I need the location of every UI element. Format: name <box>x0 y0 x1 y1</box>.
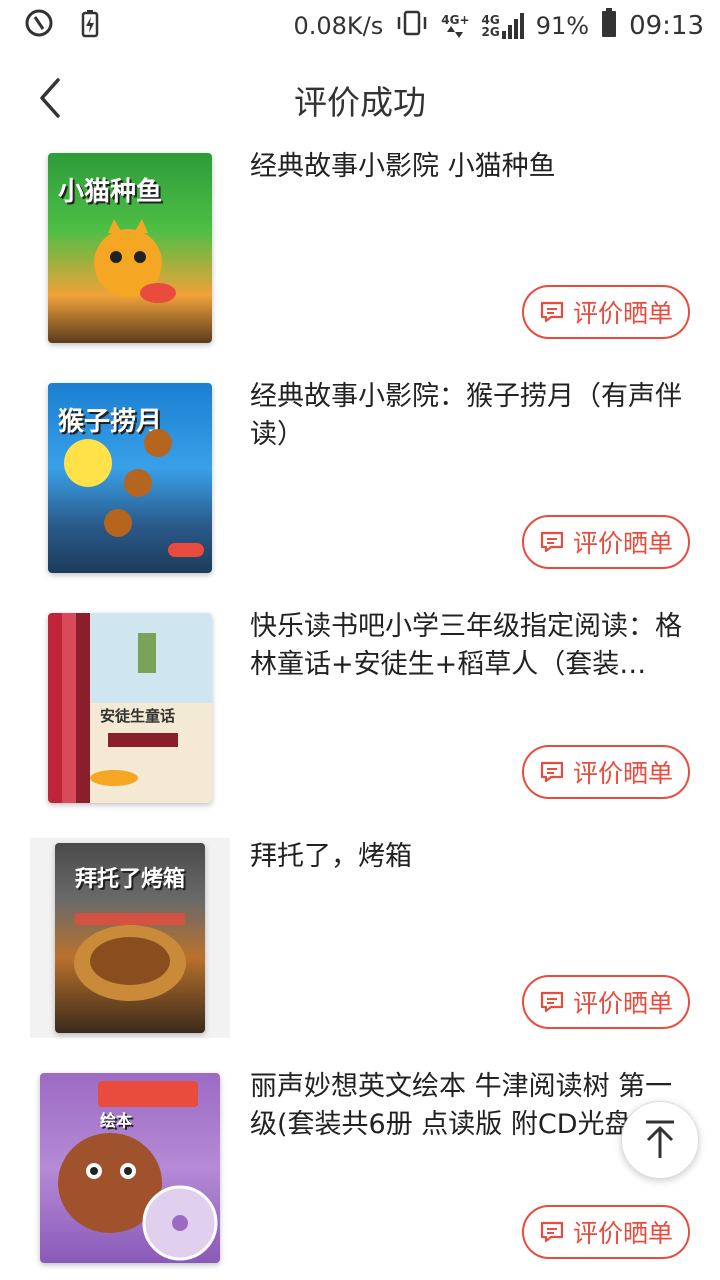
status-bar: 0.08K/s 4G+ 4G 2G 91% 09:13 <box>0 0 720 52</box>
network-4g-plus: 4G+ <box>441 14 470 38</box>
review-share-button[interactable]: 评价晒单 <box>522 1205 690 1259</box>
page-title: 评价成功 <box>294 83 426 122</box>
data-arrows-icon <box>447 26 464 38</box>
product-name[interactable]: 快乐读书吧小学三年级指定阅读：格林童话+安徒生+稻草人（套装… <box>250 608 690 684</box>
list-item: 丽声妙想英文绘本 丽声妙想英文绘本 牛津阅读树 第一级(套装共6册 点读版 附C… <box>0 1060 720 1280</box>
comment-icon <box>540 1221 564 1243</box>
list-item: 拜托了烤箱 拜托了，烤箱 评价晒单 <box>0 830 720 1060</box>
product-name[interactable]: 拜托了，烤箱 <box>250 838 690 876</box>
battery-saver-icon <box>80 8 100 44</box>
review-share-button[interactable]: 评价晒单 <box>522 745 690 799</box>
vibrate-icon <box>395 9 429 43</box>
comment-icon <box>540 531 564 553</box>
arrow-up-icon <box>646 1120 674 1158</box>
review-share-button[interactable]: 评价晒单 <box>522 975 690 1029</box>
network-speed: 0.08K/s <box>293 12 384 40</box>
review-share-button[interactable]: 评价晒单 <box>522 515 690 569</box>
battery-icon <box>601 8 617 44</box>
product-thumbnail[interactable]: 安徒生童话 <box>30 608 230 808</box>
comment-icon <box>540 991 564 1013</box>
product-name[interactable]: 经典故事小影院：猴子捞月（有声伴读） <box>250 378 690 454</box>
list-item: 安徒生童话 快乐读书吧小学三年级指定阅读：格林童话+安徒生+稻草人（套装… 评价… <box>0 600 720 830</box>
list-item: 小猫种鱼 经典故事小影院 小猫种鱼 评价晒单 <box>0 140 720 370</box>
reviewed-product-list: 小猫种鱼 经典故事小影院 小猫种鱼 评价晒单 猴子捞月 经典故事小影院：猴子捞月… <box>0 140 720 1280</box>
product-thumbnail[interactable]: 拜托了烤箱 <box>30 838 230 1038</box>
comment-icon <box>540 761 564 783</box>
review-share-button[interactable]: 评价晒单 <box>522 285 690 339</box>
comment-icon <box>540 301 564 323</box>
key-icon <box>24 8 54 44</box>
product-thumbnail[interactable]: 小猫种鱼 <box>30 148 230 348</box>
signal-icon: 4G 2G <box>482 13 524 39</box>
top-bar: 评价成功 <box>0 56 720 140</box>
product-thumbnail[interactable]: 猴子捞月 <box>30 378 230 578</box>
battery-percent: 91% <box>535 12 590 40</box>
product-name[interactable]: 经典故事小影院 小猫种鱼 <box>250 148 690 186</box>
back-to-top-button[interactable] <box>621 1101 699 1179</box>
clock: 09:13 <box>629 11 704 41</box>
list-item: 猴子捞月 经典故事小影院：猴子捞月（有声伴读） 评价晒单 <box>0 370 720 600</box>
product-thumbnail[interactable]: 丽声妙想英文绘本 <box>30 1068 230 1268</box>
